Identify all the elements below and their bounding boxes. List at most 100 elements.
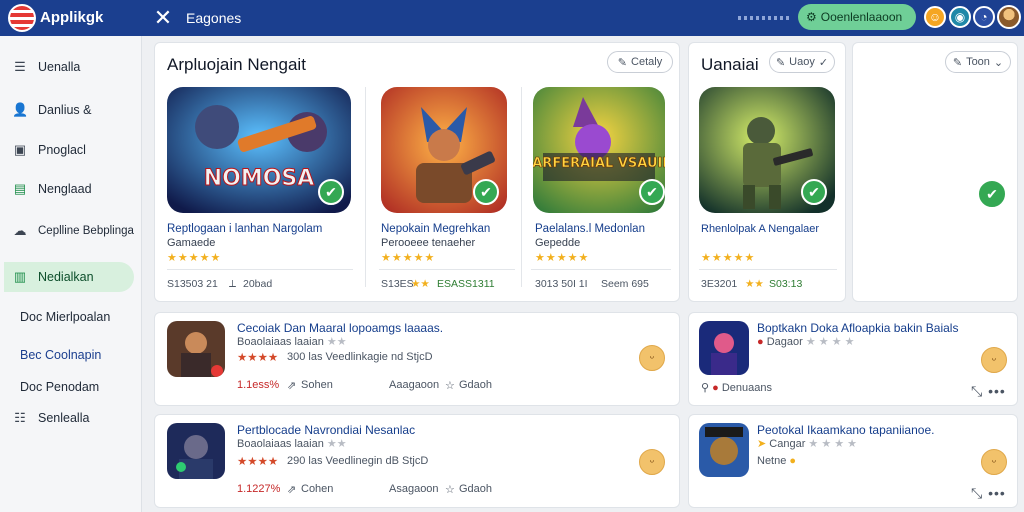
page-tab[interactable]: Eagones	[186, 10, 241, 26]
sidebar-item-label: Bec Coolnapin	[20, 348, 102, 362]
featured-panel: Arpluojain Nengait ✎ Cetaly NOMOSA ✔ Rep…	[154, 42, 680, 302]
sidebar-item-label: Pnoglacl	[38, 143, 86, 157]
app-name[interactable]: Paelalans.l Medonlan	[535, 223, 645, 235]
user-icon: 👤	[12, 102, 29, 117]
app-meta-right: 20bad	[243, 278, 273, 290]
list-item-meta: Netne ●	[757, 455, 797, 467]
divider	[531, 269, 671, 270]
list-item-details: 290 las Veedlinegin dB StjcD	[287, 455, 429, 467]
smile-icon[interactable]: ᵕ	[639, 345, 665, 371]
list-item-category-2: Gdaoh	[459, 379, 493, 391]
install-icon[interactable]: ✔	[639, 179, 665, 205]
app-icon	[167, 321, 225, 377]
share-icon[interactable]: ⇗	[287, 379, 296, 392]
sidebar-item-label: Ceplline Bebplinga	[38, 225, 134, 237]
divider	[379, 269, 515, 270]
app-logo[interactable]	[8, 4, 36, 32]
divider	[699, 269, 837, 270]
list-item-developer: ● Dagaor ★ ★ ★ ★	[757, 336, 855, 348]
settings-icon[interactable]: ◔	[973, 6, 995, 28]
smile-icon[interactable]: ᵕ	[639, 449, 665, 475]
svg-text:NOMOSA: NOMOSA	[204, 166, 315, 191]
sidebar-item-6[interactable]: Doc Mierlpoalan	[4, 302, 134, 332]
sidebar-item-2[interactable]: ▣ Pnoglacl	[4, 135, 134, 165]
star-outline-icon: ☆	[445, 380, 455, 392]
more-options-icon[interactable]: ⤡ •••	[971, 485, 1006, 502]
notification-icon[interactable]: ☺	[924, 6, 946, 28]
column-divider	[521, 87, 522, 287]
install-icon[interactable]: ✔	[318, 179, 344, 205]
list-item-share: Cohen	[301, 483, 334, 495]
sidebar-item-8[interactable]: Doc Penodam	[4, 372, 134, 402]
list-item-title: Peotokal Ikaamkano tapaniianoe.	[757, 423, 935, 437]
install-icon[interactable]: ✔	[801, 179, 827, 205]
app-icon	[699, 423, 749, 477]
gear-icon: ⚙	[806, 10, 817, 24]
list-item-percent: 1.1227%	[237, 483, 281, 495]
app-meta-right: ESASS1311	[437, 278, 495, 290]
list-item-developer: ➤ Cangar ★ ★ ★ ★	[757, 438, 858, 450]
primary-action-button[interactable]: ⚙ Ooenlenlaaoon	[798, 4, 916, 30]
list-item[interactable]: Pertblocade Navrondiai Nesanlac Boaolaia…	[154, 414, 680, 508]
share-icon[interactable]: ⇗	[287, 483, 296, 496]
list-item[interactable]: Boptkakn Doka Afloapkia bakin Baials ● D…	[688, 312, 1018, 406]
sidebar-item-0[interactable]: ☰ Uenalla	[4, 52, 134, 82]
sidebar-item-1[interactable]: 👤 Danlius &	[4, 95, 134, 125]
rating-stars: ★★★★★	[167, 252, 222, 264]
monitor-icon: ▣	[13, 142, 27, 157]
sidebar-item-4[interactable]: ☁ Ceplline Bebplinga	[4, 216, 134, 246]
list-item-title: Cecoiak Dan Maaral lopoamgs laaaas.	[237, 321, 444, 335]
app-name[interactable]: Reptlogaan i lanhan Nargolam	[167, 223, 322, 235]
list-icon: ☷	[14, 410, 26, 425]
app-meta-right: Seem 695	[601, 278, 649, 290]
primary-action-label: Ooenlenlaaoon	[820, 10, 903, 24]
more-options-icon[interactable]: ⤡ •••	[971, 383, 1006, 400]
progress-dots	[738, 16, 792, 20]
smile-icon[interactable]: ᵕ	[981, 449, 1007, 475]
edit-icon: ✎	[775, 56, 786, 69]
download-icon: ⟂	[229, 278, 237, 290]
app-meta-right: S03:13	[769, 278, 803, 290]
app-meta-left: S13ES	[381, 278, 414, 290]
sidebar-item-label: Doc Mierlpoalan	[20, 310, 111, 324]
list-item-meta: ⚲ ● Denuaans	[701, 382, 772, 394]
list-item-developer: Boaolaiaas laaian ★★	[237, 438, 347, 450]
list-item-details: 300 las Veedlinkagie nd StjcD	[287, 351, 433, 363]
filter-button[interactable]: ✎ Uaoy ✓	[769, 51, 835, 73]
edit-icon: ✎	[952, 56, 963, 69]
app-icon	[699, 321, 749, 375]
list-item-title: Pertblocade Navrondiai Nesanlac	[237, 423, 416, 437]
app-developer: Gepedde	[535, 237, 581, 249]
app-name[interactable]: Rhenlolpak A Nengalaer	[701, 223, 819, 235]
sidebar-item-9[interactable]: ☷ Senlealla	[4, 403, 134, 433]
list-item-title: Boptkakn Doka Afloapkia bakin Baials	[757, 321, 959, 335]
install-icon[interactable]: ✔	[473, 179, 499, 205]
edit-icon: ✎	[617, 56, 628, 69]
chevron-down-icon: ⌄	[993, 56, 1004, 69]
app-meta-left: 3E3201	[701, 278, 738, 290]
list-item-share: Sohen	[301, 379, 333, 391]
list-item-developer: Boaolaiaas laaian ★★	[237, 336, 347, 348]
rating-stars-small: ★★	[745, 278, 764, 290]
avatar[interactable]	[997, 5, 1021, 29]
install-icon[interactable]: ✔	[977, 179, 1007, 209]
category-button[interactable]: ✎ Cetaly	[607, 51, 673, 73]
list-item[interactable]: Peotokal Ikaamkano tapaniianoe. ➤ Cangar…	[688, 414, 1018, 508]
panel-title: Uanaiai	[701, 55, 759, 74]
close-icon[interactable]: ✕	[150, 5, 176, 31]
app-name[interactable]: Nepokain Megrehkan	[381, 223, 490, 235]
smile-icon[interactable]: ᵕ	[981, 347, 1007, 373]
app-meta-left: S13503 21	[167, 278, 218, 290]
app-developer: Gamaede	[167, 237, 216, 249]
list-item-rating: ★★★★	[237, 456, 279, 468]
sidebar-item-5[interactable]: ▥ Nedialkan	[4, 262, 134, 292]
help-icon[interactable]: ◉	[949, 6, 971, 28]
sidebar-item-7[interactable]: Bec Coolnapin	[4, 340, 134, 370]
sidebar-item-3[interactable]: ▤ Nenglaad	[4, 174, 134, 204]
list-item-percent: 1.1ess%	[237, 379, 280, 391]
top-bar: Applikgk ✕ Eagones ⚙ Ooenlenlaaoon ☺ ◉ ◔	[0, 0, 1024, 36]
sidebar: ☰ Uenalla 👤 Danlius & ▣ Pnoglacl ▤ Nengl…	[0, 36, 142, 512]
sidebar-item-label: Nenglaad	[38, 182, 92, 196]
filter-button[interactable]: ✎ Toon ⌄	[945, 51, 1011, 73]
list-item[interactable]: Cecoiak Dan Maaral lopoamgs laaaas. Boao…	[154, 312, 680, 406]
